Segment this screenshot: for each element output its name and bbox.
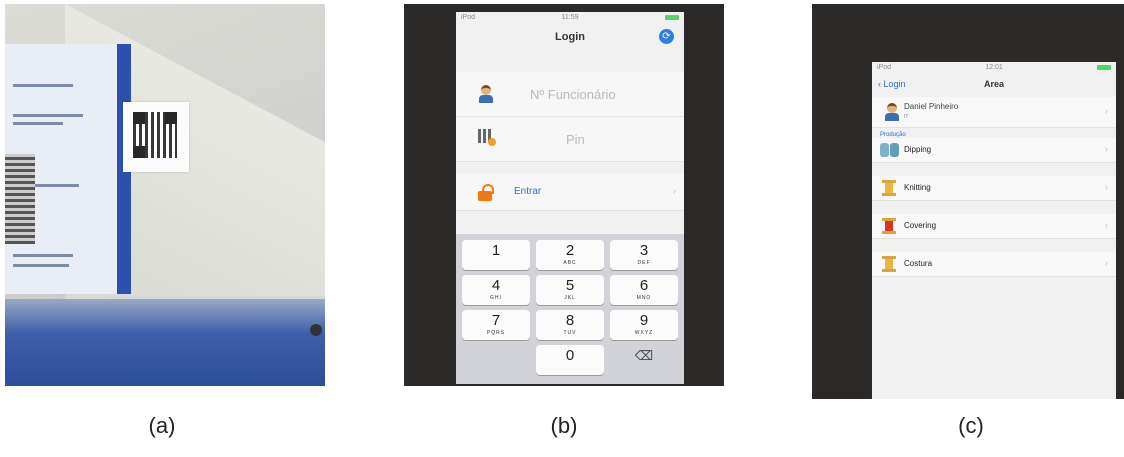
chevron-right-icon: ›: [1104, 182, 1108, 193]
nav-bar: ‹ Login Area: [872, 74, 1116, 94]
key-0[interactable]: 0: [536, 345, 604, 375]
page-title: Login: [555, 31, 585, 43]
settings-icon[interactable]: ⟳: [659, 29, 674, 44]
key-6[interactable]: 6 MNO: [610, 275, 678, 305]
area-label: Dipping: [904, 145, 932, 154]
photo-login-screen: iPod 11:59 Login ⟳ Nº Funcionário Pin En…: [404, 4, 724, 386]
battery-icon: [1097, 65, 1111, 70]
login-screen: iPod 11:59 Login ⟳ Nº Funcionário Pin En…: [456, 12, 684, 384]
photo-qr-label-on-machine: [5, 4, 325, 386]
area-item-knitting[interactable]: Knitting ›: [872, 176, 1116, 201]
user-profile-row[interactable]: Daniel Pinheiro IT ›: [872, 97, 1116, 128]
clock: 11:59: [561, 14, 579, 21]
qr-code-sticker[interactable]: [123, 102, 189, 172]
page-title: Area: [983, 79, 1004, 89]
chevron-right-icon: ›: [1104, 258, 1108, 269]
user-avatar-icon: [884, 103, 900, 121]
key-9[interactable]: 9 WXYZ: [610, 310, 678, 340]
machine-spring: [5, 154, 35, 244]
status-bar: iPod 11:59: [456, 12, 684, 24]
chevron-right-icon: ›: [1104, 144, 1108, 155]
employee-number-field[interactable]: Nº Funcionário: [456, 72, 684, 117]
keypad-icon: [478, 129, 496, 146]
numeric-keypad: 1 2 ABC 3 DEF 4 GHI 5 JKL 6 MNO 7 PQRS 8 TUV 9W…: [456, 234, 684, 384]
spool-icon: [882, 218, 896, 234]
key-2[interactable]: 2 ABC: [536, 240, 604, 270]
machine-base: [5, 299, 325, 386]
pin-placeholder: Pin: [566, 132, 585, 147]
key-1[interactable]: 1: [462, 240, 530, 270]
caption-c: (c): [958, 413, 984, 438]
area-label: Covering: [904, 221, 937, 230]
area-label: Knitting: [904, 183, 931, 192]
chevron-right-icon: ›: [672, 186, 676, 197]
key-8[interactable]: 8 TUV: [536, 310, 604, 340]
caption-a: (a): [148, 413, 176, 438]
key-7[interactable]: 7 PQRS: [462, 310, 530, 340]
qr-code-icon: [133, 112, 177, 158]
battery-icon: [665, 15, 679, 20]
user-avatar-icon: [478, 85, 494, 103]
unlock-icon: [478, 184, 494, 201]
enter-label: Entrar: [514, 186, 542, 197]
area-item-dipping[interactable]: Dipping ›: [872, 138, 1116, 163]
area-screen: iPod 12:01 ‹ Login Area Daniel Pinheiro …: [872, 62, 1116, 399]
employee-number-placeholder: Nº Funcionário: [530, 87, 616, 102]
bolt-icon: [310, 324, 322, 336]
key-4[interactable]: 4 GHI: [462, 275, 530, 305]
area-item-covering[interactable]: Covering ›: [872, 214, 1116, 239]
key-5[interactable]: 5 JKL: [536, 275, 604, 305]
key-3[interactable]: 3 DEF: [610, 240, 678, 270]
status-bar: iPod 12:01: [872, 62, 1116, 74]
dipping-icon: [880, 143, 900, 157]
photo-area-screen: iPod 12:01 ‹ Login Area Daniel Pinheiro …: [812, 4, 1124, 399]
chevron-right-icon: ›: [1104, 106, 1108, 117]
caption-b: (b): [550, 413, 578, 438]
area-item-costura[interactable]: Costura ›: [872, 252, 1116, 277]
chevron-right-icon: ›: [1104, 220, 1108, 231]
pin-field[interactable]: Pin: [456, 117, 684, 162]
area-label: Costura: [904, 259, 933, 268]
spool-icon: [882, 256, 896, 272]
delete-key[interactable]: ⌫: [610, 345, 678, 375]
user-subtitle: IT: [904, 114, 909, 120]
clock: 12:01: [985, 64, 1003, 71]
user-name: Daniel Pinheiro: [904, 102, 959, 111]
backspace-icon: ⌫: [634, 348, 654, 363]
enter-button[interactable]: Entrar ›: [456, 174, 684, 211]
spool-icon: [882, 180, 896, 196]
